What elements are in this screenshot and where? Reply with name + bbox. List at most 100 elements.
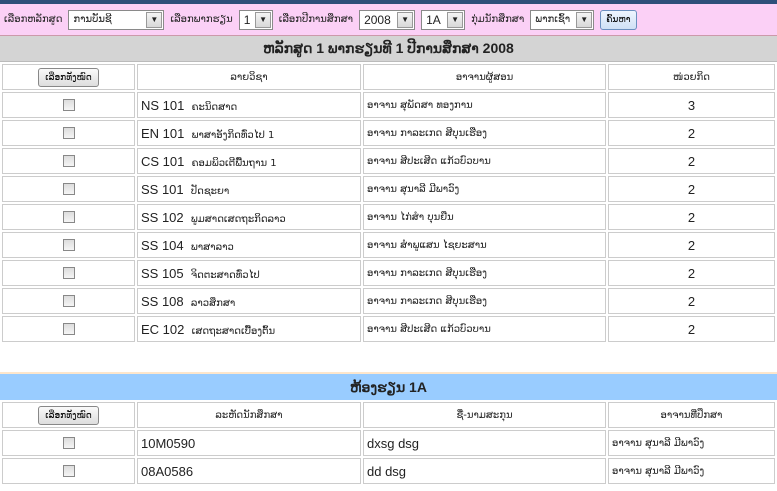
cell-code: CS 101 ຄອມພິວເຕີພື້ນຖານ 1 (137, 148, 361, 174)
chevron-down-icon: ▼ (146, 11, 163, 28)
row-checkbox[interactable] (62, 211, 75, 223)
cell-code: NS 101 ຄະນິດສາດ (137, 92, 361, 118)
table-row: SS 102 ພູມສາດເສດຖະກິດລາວ ອາຈານ ໄກ່ສໍາ ບຸນ… (2, 204, 775, 230)
cell-code: SS 105 ຈິດຕະສາດທົ່ວໄປ (137, 260, 361, 286)
row-checkbox[interactable] (62, 127, 75, 139)
cell-id: 10M0590 (137, 430, 361, 456)
cell-name: dxsg dsg (363, 430, 606, 456)
semester-value: 1 (243, 12, 251, 27)
cell-credits: 2 (608, 120, 775, 146)
cell-code: SS 108 ລາວສຶກສາ (137, 288, 361, 314)
row-checkbox[interactable] (62, 465, 75, 477)
column-header-teacher: ອາຈານຜູ້ສອນ (363, 64, 606, 90)
select-all-students-button[interactable]: ເລືອກທັງໝົດ (38, 405, 99, 425)
course-name: ຈິດຕະສາດທົ່ວໄປ (190, 269, 260, 281)
table-row: EC 102 ເສດຖະສາດເບື້ອງຕົ້ນ ອາຈານ ສີປະເສີດ … (2, 316, 775, 342)
column-header-subject: ລາຍວິຊາ (137, 64, 361, 90)
year-label: ເລືອກປີການສຶກສາ (278, 14, 354, 25)
course-code: NS 101 (141, 97, 185, 113)
select-all-courses-button[interactable]: ເລືອກທັງໝົດ (38, 67, 99, 87)
course-name: ຄອມພິວເຕີພື້ນຖານ 1 (191, 157, 277, 169)
students-table: ເລືອກທັງໝົດ ລະຫັດນັກສຶກສາ ຊື່-ນາມສະກຸນ ອ… (0, 400, 777, 486)
table-row: CS 101 ຄອມພິວເຕີພື້ນຖານ 1 ອາຈານ ສີປະເສີດ … (2, 148, 775, 174)
row-checkbox-cell (2, 430, 135, 456)
cell-credits: 2 (608, 288, 775, 314)
semester-select[interactable]: 1 ▼ (238, 9, 273, 30)
group-value: ພາກເຊົ້າ (535, 14, 571, 25)
cell-advisor: ອາຈານ ສຸນາລີ ມີພາວົງ (608, 458, 775, 484)
row-checkbox-cell (2, 260, 135, 286)
row-checkbox-cell (2, 232, 135, 258)
chevron-down-icon: ▼ (576, 11, 593, 28)
cell-credits: 2 (608, 232, 775, 258)
cell-code: SS 104 ພາສາລາວ (137, 232, 361, 258)
curriculum-value: ການບັນຊີ (73, 14, 112, 25)
cell-teacher: ອາຈານ ສີປະເສີດ ແກ້ວບົວບານ (363, 316, 606, 342)
cell-credits: 2 (608, 316, 775, 342)
curriculum-label: ເລືອກຫລັກສູດ (4, 14, 63, 25)
course-code: SS 104 (141, 237, 184, 253)
cell-teacher: ອາຈານ ກາລະເກດ ສີບຸນເຮືອງ (363, 288, 606, 314)
students-title: ຫ້ອງຮຽນ 1A (0, 374, 777, 400)
courses-table: ເລືອກທັງໝົດ ລາຍວິຊາ ອາຈານຜູ້ສອນ ໜ່ວຍກິດ … (0, 62, 777, 344)
course-code: CS 101 (141, 153, 185, 169)
course-name: ລາວສຶກສາ (190, 297, 236, 309)
cell-advisor: ອາຈານ ສຸນາລີ ມີພາວົງ (608, 430, 775, 456)
row-checkbox-cell (2, 316, 135, 342)
table-row: SS 104 ພາສາລາວ ອາຈານ ສໍາພູແສນ ໄຊຍະສານ 2 (2, 232, 775, 258)
course-code: SS 108 (141, 293, 184, 309)
cell-code: SS 101 ປັດຊະຍາ (137, 176, 361, 202)
class-select[interactable]: 1A ▼ (421, 9, 466, 30)
row-checkbox[interactable] (62, 437, 75, 449)
row-checkbox-cell (2, 204, 135, 230)
spacer (0, 344, 777, 374)
cell-teacher: ອາຈານ ສີປະເສີດ ແກ້ວບົວບານ (363, 148, 606, 174)
row-checkbox[interactable] (62, 323, 75, 335)
cell-teacher: ອາຈານ ສຸນາລີ ມີພາວົງ (363, 176, 606, 202)
year-select[interactable]: 2008 ▼ (359, 9, 416, 30)
cell-teacher: ອາຈານ ກາລະເກດ ສີບຸນເຮືອງ (363, 260, 606, 286)
column-header-student-id: ລະຫັດນັກສຶກສາ (137, 402, 361, 428)
row-checkbox-cell (2, 458, 135, 484)
class-value: 1A (426, 12, 441, 27)
chevron-down-icon: ▼ (447, 11, 464, 28)
row-checkbox[interactable] (62, 183, 75, 195)
course-code: EN 101 (141, 125, 185, 141)
group-select[interactable]: ພາກເຊົ້າ ▼ (530, 9, 595, 30)
row-checkbox[interactable] (62, 267, 75, 279)
column-header-credits: ໜ່ວຍກິດ (608, 64, 775, 90)
column-header-advisor: ອາຈານທີ່ປຶກສາ (608, 402, 775, 428)
cell-id: 08A0586 (137, 458, 361, 484)
table-row: SS 105 ຈິດຕະສາດທົ່ວໄປ ອາຈານ ກາລະເກດ ສີບຸນ… (2, 260, 775, 286)
search-button[interactable]: ຄົ້ນຫາ (600, 9, 637, 30)
filter-bar: ເລືອກຫລັກສູດ ການບັນຊີ ▼ ເລືອກພາກຮຽນ 1 ▼ ເລ… (0, 4, 777, 36)
cell-credits: 3 (608, 92, 775, 118)
course-code: EC 102 (141, 321, 185, 337)
cell-credits: 2 (608, 148, 775, 174)
row-checkbox-cell (2, 288, 135, 314)
course-name: ເສດຖະສາດເບື້ອງຕົ້ນ (191, 325, 276, 337)
row-checkbox-cell (2, 176, 135, 202)
course-code: SS 105 (141, 265, 184, 281)
group-label: ກຸ່ມນັກສຶກສາ (471, 14, 525, 25)
row-checkbox[interactable] (62, 295, 75, 307)
cell-credits: 2 (608, 260, 775, 286)
chevron-down-icon: ▼ (255, 11, 271, 28)
row-checkbox[interactable] (62, 99, 75, 111)
course-code: SS 101 (141, 181, 184, 197)
cell-teacher: ອາຈານ ໄກ່ສໍາ ບຸນຍືນ (363, 204, 606, 230)
cell-credits: 2 (608, 204, 775, 230)
course-name: ພູມສາດເສດຖະກິດລາວ (190, 213, 286, 225)
table-header-row: ເລືອກທັງໝົດ ລະຫັດນັກສຶກສາ ຊື່-ນາມສະກຸນ ອ… (2, 402, 775, 428)
table-row: 08A0586 dd dsg ອາຈານ ສຸນາລີ ມີພາວົງ (2, 458, 775, 484)
semester-label: ເລືອກພາກຮຽນ (170, 14, 233, 25)
curriculum-select[interactable]: ການບັນຊີ ▼ (68, 9, 165, 30)
row-checkbox[interactable] (62, 155, 75, 167)
table-row: NS 101 ຄະນິດສາດ ອາຈານ ສຸພັດສາ ທອງການ 3 (2, 92, 775, 118)
row-checkbox-cell (2, 148, 135, 174)
cell-code: EN 101 ພາສາອັງກິດທົ່ວໄປ 1 (137, 120, 361, 146)
row-checkbox[interactable] (62, 239, 75, 251)
course-name: ປັດຊະຍາ (190, 185, 230, 197)
chevron-down-icon: ▼ (397, 11, 414, 28)
table-row: SS 108 ລາວສຶກສາ ອາຈານ ກາລະເກດ ສີບຸນເຮືອງ 2 (2, 288, 775, 314)
